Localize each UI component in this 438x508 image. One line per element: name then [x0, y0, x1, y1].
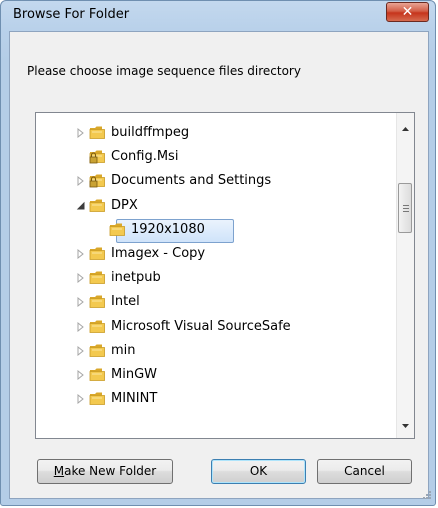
expand-arrow-icon[interactable]: [76, 394, 86, 405]
tree-item-label: Documents and Settings: [111, 173, 272, 189]
tree-item[interactable]: MININT: [36, 388, 396, 410]
ok-label: OK: [249, 464, 268, 478]
close-button[interactable]: ✕: [386, 2, 429, 22]
ok-button[interactable]: OK: [211, 459, 306, 484]
tree-item-label: 1920x1080: [131, 221, 205, 237]
tree-item[interactable]: inetpub: [36, 267, 396, 289]
collapse-arrow-icon[interactable]: [76, 201, 86, 211]
tree-item-label: Microsoft Visual SourceSafe: [111, 318, 291, 334]
tree-item[interactable]: Microsoft Visual SourceSafe: [36, 316, 396, 338]
folder-icon: [89, 368, 105, 381]
locked-folder-icon: [89, 150, 105, 164]
make-new-folder-mnemonic: M: [53, 464, 65, 478]
expand-arrow-icon[interactable]: [76, 176, 86, 187]
tree-item[interactable]: Intel: [36, 291, 396, 313]
folder-icon: [89, 271, 105, 285]
close-icon: ✕: [401, 4, 414, 20]
tree-item[interactable]: 1920x1080: [36, 218, 396, 243]
tree-item-label: MININT: [111, 391, 158, 407]
scroll-up-arrow-icon[interactable]: [398, 121, 413, 136]
folder-icon: [89, 320, 105, 333]
locked-folder-icon: [89, 174, 105, 188]
tree-item[interactable]: DPX: [36, 195, 396, 217]
tree-item[interactable]: Imagex - Copy: [36, 243, 396, 265]
tree-item-label: buildffmpeg: [111, 125, 190, 140]
expand-arrow-icon[interactable]: [76, 128, 86, 138]
tree-item-label: MinGW: [111, 367, 157, 382]
folder-icon: [89, 295, 105, 309]
browse-for-folder-dialog: Browse For Folder ✕ Please choose image …: [0, 0, 436, 506]
folder-icon: [89, 344, 105, 357]
tree-item-label: Imagex - Copy: [111, 246, 206, 261]
make-new-folder-button[interactable]: Make New Folder: [37, 459, 173, 484]
expand-arrow-icon[interactable]: [76, 321, 86, 332]
tree-item[interactable]: buildffmpeg: [36, 122, 396, 144]
tree-item[interactable]: MinGW: [36, 364, 396, 386]
expand-arrow-icon[interactable]: [76, 297, 86, 308]
folder-icon: [89, 392, 105, 406]
expand-arrow-icon[interactable]: [76, 273, 86, 284]
instruction-text: Please choose image sequence files direc…: [27, 64, 301, 78]
folder-icon: [89, 126, 105, 139]
tree-item-label: Config.Msi: [111, 149, 179, 165]
vertical-scrollbar[interactable]: [396, 113, 414, 438]
tree-item-label: Intel: [111, 294, 140, 310]
tree-item[interactable]: Config.Msi: [36, 146, 396, 168]
folder-icon: [89, 199, 105, 212]
cancel-button[interactable]: Cancel: [317, 459, 412, 484]
tree-item-label: inetpub: [111, 270, 161, 286]
expand-arrow-icon[interactable]: [76, 370, 86, 380]
expand-arrow-icon[interactable]: [76, 249, 86, 259]
tree-item[interactable]: Documents and Settings: [36, 170, 396, 192]
scrollbar-thumb[interactable]: [398, 183, 412, 233]
cancel-label: Cancel: [344, 464, 385, 478]
expand-arrow-icon[interactable]: [76, 345, 86, 356]
tree-item-label: DPX: [111, 197, 138, 213]
title-bar[interactable]: Browse For Folder ✕: [1, 1, 435, 31]
folder-icon: [89, 247, 105, 260]
tree-item-label: min: [111, 342, 136, 358]
tree-item[interactable]: min: [36, 340, 396, 362]
folder-icon: [109, 223, 125, 236]
make-new-folder-label: ake New Folder: [64, 464, 157, 478]
folder-tree[interactable]: buildffmpeg Config.Msi Documents and Setti…: [35, 112, 415, 439]
window-title: Browse For Folder: [13, 7, 130, 22]
scroll-down-arrow-icon[interactable]: [398, 419, 413, 434]
resize-grip-icon[interactable]: [420, 490, 432, 502]
